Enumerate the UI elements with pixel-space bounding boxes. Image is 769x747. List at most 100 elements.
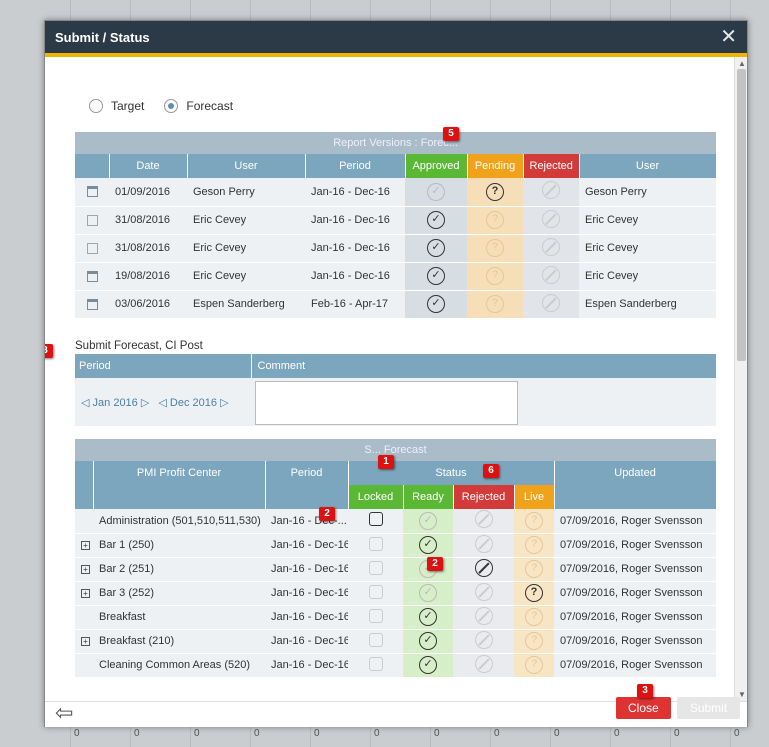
reject-icon[interactable]: [474, 582, 493, 601]
expand-icon[interactable]: +: [81, 637, 90, 646]
reject-icon[interactable]: [542, 293, 560, 312]
reject-icon[interactable]: [542, 265, 560, 284]
prev-to-icon[interactable]: ◁: [158, 397, 166, 409]
lock-icon[interactable]: [368, 656, 383, 671]
pending-question-icon[interactable]: ?: [486, 267, 504, 285]
live-question-icon[interactable]: ?: [525, 560, 543, 578]
expand-icon[interactable]: +: [81, 541, 90, 550]
date-col-header[interactable]: Date: [109, 154, 188, 178]
ready-check-icon[interactable]: ✓: [419, 584, 437, 602]
reject-icon[interactable]: [474, 558, 493, 577]
version-row[interactable]: 31/08/2016 Eric Cevey Jan-16 - Dec-16 ✓ …: [75, 234, 717, 263]
profit-period: Jan-16 - Dec-...: [265, 509, 348, 534]
user-col-header[interactable]: User: [187, 154, 306, 178]
lock-icon[interactable]: [368, 584, 383, 599]
pending-col-header[interactable]: Pending: [467, 154, 524, 178]
live-question-icon[interactable]: ?: [525, 656, 543, 674]
live-status-header[interactable]: Live: [514, 485, 555, 509]
version-period: Jan-16 - Dec-16: [305, 234, 405, 263]
lock-icon[interactable]: [368, 608, 383, 623]
live-question-icon[interactable]: ?: [525, 608, 543, 626]
marker-1: 1: [378, 455, 394, 469]
pending-question-icon[interactable]: ?: [486, 211, 504, 229]
ready-check-icon[interactable]: ✓: [419, 656, 437, 674]
reject-icon[interactable]: [542, 237, 560, 256]
profit-row[interactable]: + Bar 3 (252) Jan-16 - Dec-16 ✓ ? 07/09/…: [75, 581, 717, 606]
approve-check-icon[interactable]: ✓: [427, 239, 445, 257]
back-arrow-icon[interactable]: ⇦: [55, 700, 73, 726]
pending-question-icon[interactable]: ?: [486, 295, 504, 313]
reject-icon[interactable]: [542, 181, 560, 200]
lock-icon[interactable]: [368, 560, 383, 575]
ready-check-icon[interactable]: ✓: [419, 511, 437, 530]
live-question-icon[interactable]: ?: [525, 632, 543, 650]
expand-icon[interactable]: +: [81, 589, 90, 598]
rejected-status-header[interactable]: Rejected: [453, 485, 515, 509]
ready-check-icon[interactable]: ✓: [419, 536, 437, 554]
reject-icon[interactable]: [474, 630, 493, 649]
profit-row[interactable]: + Breakfast (210) Jan-16 - Dec-16 ✓ ? 07…: [75, 629, 717, 654]
version-row[interactable]: 01/09/2016 Geson Perry Jan-16 - Dec-16 ✓…: [75, 178, 717, 207]
profit-row[interactable]: + Bar 1 (250) Jan-16 - Dec-16 ✓ ? 07/09/…: [75, 533, 717, 558]
profit-center-header[interactable]: PMI Profit Center: [93, 461, 266, 485]
live-question-icon[interactable]: ?: [525, 511, 543, 530]
pending-question-icon[interactable]: ?: [486, 239, 504, 257]
ready-status-header[interactable]: Ready: [403, 485, 454, 509]
version-row[interactable]: 03/06/2016 Espen Sanderberg Feb-16 - Apr…: [75, 290, 717, 319]
live-question-icon[interactable]: ?: [525, 536, 543, 554]
reject-icon[interactable]: [542, 209, 560, 228]
comment-textarea[interactable]: [255, 381, 518, 425]
profit-row[interactable]: Administration (501,510,511,530) Jan-16 …: [75, 509, 717, 534]
reject-icon[interactable]: [474, 654, 493, 673]
version-row[interactable]: 31/08/2016 Eric Cevey Jan-16 - Dec-16 ✓ …: [75, 206, 717, 235]
approve-check-icon[interactable]: ✓: [427, 182, 445, 201]
period-from[interactable]: Jan 2016: [93, 397, 138, 409]
lock-icon[interactable]: [368, 512, 383, 527]
rejected-col-header[interactable]: Rejected: [523, 154, 580, 178]
calendar-empty-icon[interactable]: [86, 214, 98, 226]
updated-header[interactable]: Updated: [554, 461, 717, 485]
approve-check-icon[interactable]: ✓: [427, 267, 445, 285]
version-user: Eric Cevey: [187, 206, 305, 235]
prev-from-icon[interactable]: ◁: [81, 397, 89, 409]
profit-row[interactable]: Cleaning Common Areas (520) Jan-16 - Dec…: [75, 653, 717, 678]
reject-icon[interactable]: [474, 510, 493, 529]
scroll-up-icon[interactable]: ▲: [738, 59, 746, 68]
reject-icon[interactable]: [474, 534, 493, 553]
profit-period-header[interactable]: Period: [265, 461, 349, 485]
next-from-icon[interactable]: ▷: [141, 397, 149, 409]
approve-check-icon[interactable]: ✓: [427, 295, 445, 313]
ready-check-icon[interactable]: ✓: [419, 608, 437, 626]
live-question-icon[interactable]: ?: [525, 584, 543, 602]
version-user: Espen Sanderberg: [187, 290, 305, 319]
profit-center-name: Bar 2 (251): [93, 557, 265, 582]
period-col-header[interactable]: Period: [305, 154, 406, 178]
profit-row[interactable]: Breakfast Jan-16 - Dec-16 ✓ ? 07/09/2016…: [75, 605, 717, 630]
lock-icon[interactable]: [368, 536, 383, 551]
approve-check-icon[interactable]: ✓: [427, 211, 445, 229]
calendar-icon[interactable]: [86, 298, 98, 310]
calendar-icon[interactable]: [86, 186, 98, 198]
submit-button[interactable]: Submit: [677, 697, 740, 719]
approved-col-header[interactable]: Approved: [405, 154, 468, 178]
expand-icon[interactable]: +: [81, 565, 90, 574]
period-to[interactable]: Dec 2016: [170, 397, 217, 409]
pending-question-icon[interactable]: ?: [486, 182, 504, 201]
next-to-icon[interactable]: ▷: [220, 397, 228, 409]
close-button[interactable]: Close: [616, 697, 671, 719]
calendar-icon[interactable]: [86, 270, 98, 282]
reject-icon[interactable]: [474, 606, 493, 625]
scroll-thumb[interactable]: [737, 69, 746, 361]
version-row[interactable]: 19/08/2016 Eric Cevey Jan-16 - Dec-16 ✓ …: [75, 262, 717, 291]
lock-icon[interactable]: [368, 632, 383, 647]
locked-status-header[interactable]: Locked: [348, 485, 404, 509]
profit-updated: 07/09/2016, Roger Svensson: [554, 629, 717, 654]
profit-row[interactable]: + Bar 2 (251) Jan-16 - Dec-16 ✓ ? 07/09/…: [75, 557, 717, 582]
ready-check-icon[interactable]: ✓: [419, 632, 437, 650]
calendar-empty-icon[interactable]: [86, 242, 98, 254]
user2-col-header[interactable]: User: [579, 154, 717, 178]
close-icon[interactable]: ✕: [720, 24, 737, 49]
target-radio[interactable]: [89, 99, 103, 113]
forecast-radio[interactable]: [164, 99, 179, 113]
vertical-scrollbar[interactable]: ▲ ▼: [734, 57, 747, 701]
